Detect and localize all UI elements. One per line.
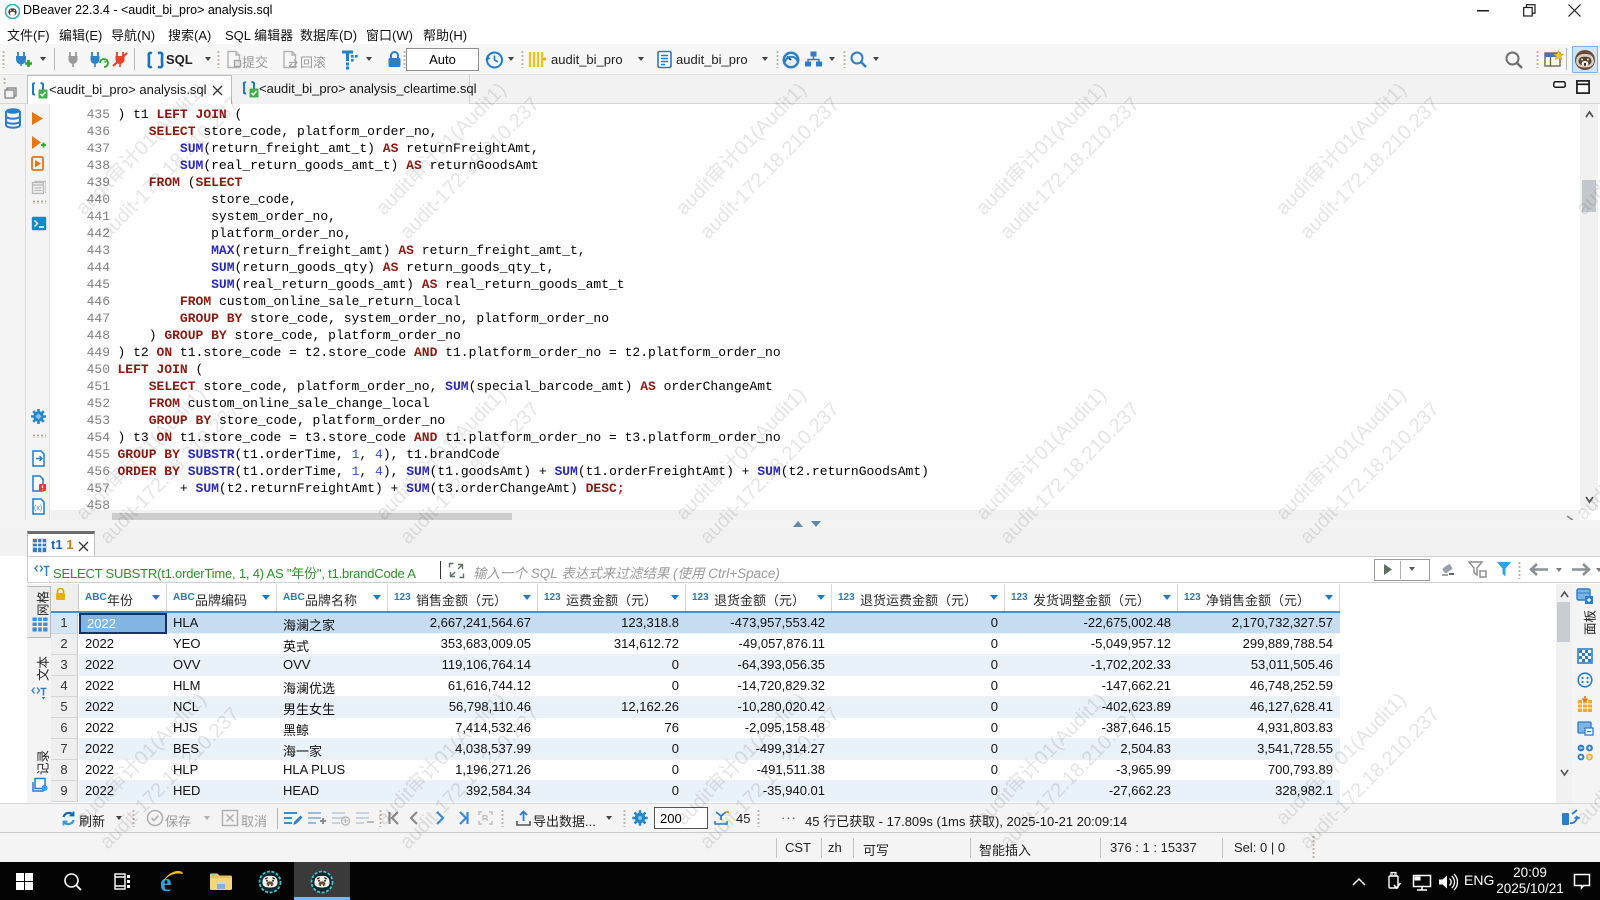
svg-text:(x): (x) (34, 505, 42, 512)
svg-text:e: e (160, 869, 172, 895)
